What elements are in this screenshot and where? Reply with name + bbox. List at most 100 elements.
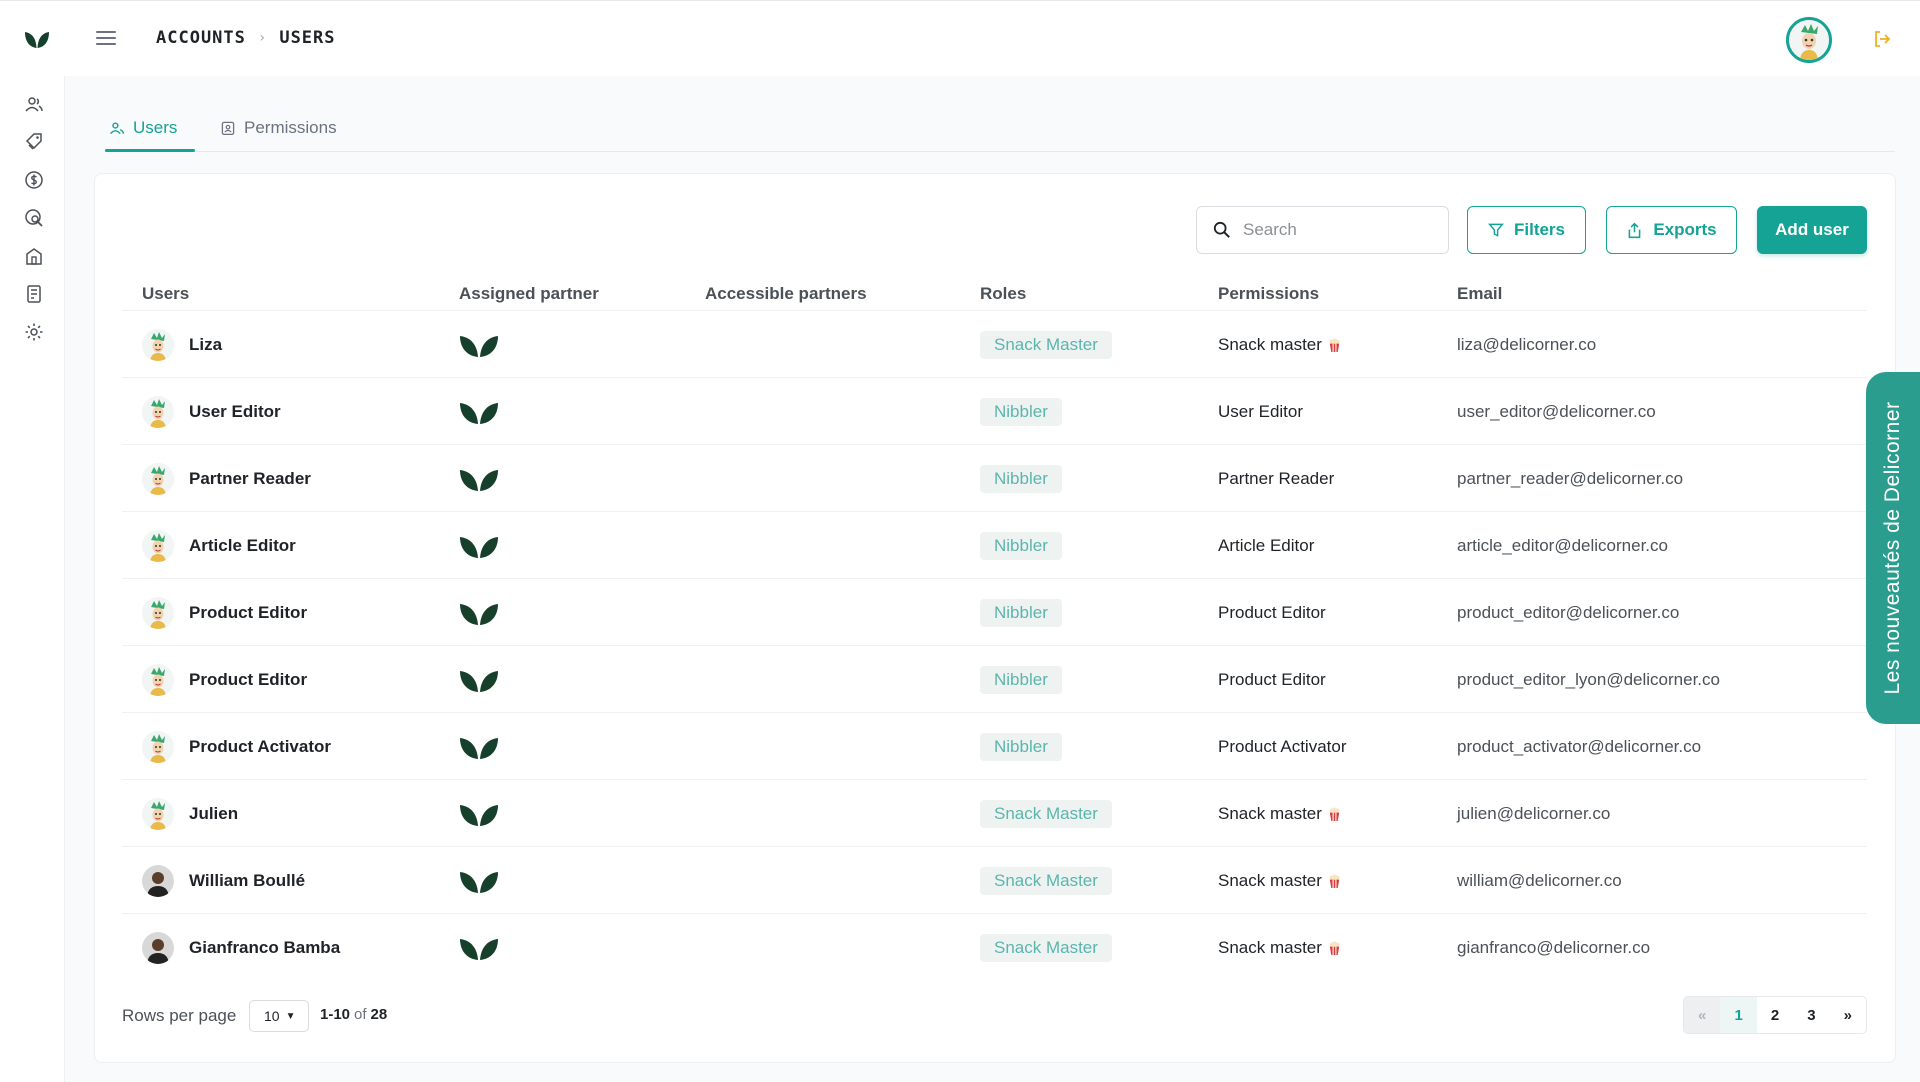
- role-badge: Snack Master: [980, 867, 1112, 895]
- table-row[interactable]: William Boullé Snack Master Snack master wi…: [122, 846, 1867, 913]
- page-range: 1-10 of 28: [320, 1006, 387, 1023]
- permission-cell: Article Editor: [1218, 536, 1314, 556]
- header-users[interactable]: Users: [142, 284, 189, 304]
- previous-page-button[interactable]: «: [1684, 997, 1721, 1033]
- user-name[interactable]: Product Activator: [189, 737, 331, 757]
- role-badge: Snack Master: [980, 934, 1112, 962]
- user-email: gianfranco@delicorner.co: [1457, 938, 1651, 957]
- search-box[interactable]: [1196, 206, 1449, 254]
- add-user-button[interactable]: Add user: [1757, 206, 1867, 254]
- popcorn-icon: [1329, 338, 1340, 352]
- permission-cell: Snack master: [1218, 871, 1341, 891]
- search-input[interactable]: [1243, 220, 1433, 240]
- search-icon: [1213, 221, 1230, 238]
- table-row[interactable]: User Editor Nibbler User Editor user_editor…: [122, 377, 1867, 444]
- avatar-photo-icon: [142, 865, 174, 897]
- next-page-button[interactable]: »: [1830, 997, 1866, 1033]
- tab-permissions[interactable]: Permissions: [220, 118, 337, 138]
- popcorn-icon: [1329, 941, 1340, 955]
- user-avatar[interactable]: [1786, 17, 1832, 63]
- partner-logo-icon: [460, 470, 498, 491]
- user-email: user_editor@delicorner.co: [1457, 402, 1656, 421]
- user-avatar: [142, 664, 174, 696]
- partner-logo-icon: [460, 671, 498, 692]
- permission-name: Partner Reader: [1218, 469, 1335, 488]
- delicorner-logo-icon[interactable]: [24, 29, 50, 49]
- user-name[interactable]: Partner Reader: [189, 469, 311, 489]
- user-avatar: [142, 329, 174, 361]
- user-email: product_editor_lyon@delicorner.co: [1457, 670, 1720, 689]
- breadcrumb: ACCOUNTS › USERS: [156, 28, 336, 48]
- user-name[interactable]: William Boullé: [189, 871, 305, 891]
- header-assigned-partner[interactable]: Assigned partner: [459, 284, 599, 304]
- rows-per-page-label: Rows per page: [122, 1006, 237, 1025]
- users-icon[interactable]: [24, 94, 44, 114]
- popcorn-icon: [1329, 874, 1340, 888]
- permission-name: Snack master: [1218, 938, 1322, 957]
- permission-name: Product Activator: [1218, 737, 1347, 756]
- user-name[interactable]: Product Editor: [189, 670, 307, 690]
- exports-button[interactable]: Exports: [1606, 206, 1737, 254]
- dollar-icon[interactable]: [24, 170, 44, 190]
- table-row[interactable]: Article Editor Nibbler Article Editor artic…: [122, 511, 1867, 578]
- table-row[interactable]: Product Activator Nibbler Product Activato…: [122, 712, 1867, 779]
- avatar-illustration-icon: [142, 396, 174, 428]
- permission-name: Snack master: [1218, 871, 1322, 890]
- breadcrumb-accounts[interactable]: ACCOUNTS: [156, 28, 246, 48]
- user-name[interactable]: Article Editor: [189, 536, 296, 556]
- user-email: partner_reader@delicorner.co: [1457, 469, 1684, 488]
- user-name[interactable]: User Editor: [189, 402, 281, 422]
- tab-users[interactable]: Users: [109, 118, 177, 138]
- global-search-icon[interactable]: [24, 208, 44, 228]
- role-badge: Snack Master: [980, 331, 1112, 359]
- user-name[interactable]: Liza: [189, 335, 222, 355]
- range-value: 1-10: [320, 1006, 351, 1023]
- user-avatar: [142, 396, 174, 428]
- filters-button[interactable]: Filters: [1467, 206, 1586, 254]
- permission-cell: Product Editor: [1218, 670, 1326, 690]
- user-avatar: [142, 865, 174, 897]
- table-row[interactable]: Julien Snack Master Snack master julien@del…: [122, 779, 1867, 846]
- partner-logo-icon: [460, 939, 498, 960]
- permission-name: User Editor: [1218, 402, 1304, 421]
- role-badge: Nibbler: [980, 599, 1062, 627]
- pagination: « 1 2 3 »: [1683, 996, 1867, 1034]
- settings-icon[interactable]: [24, 322, 44, 342]
- page-3-button[interactable]: 3: [1793, 997, 1829, 1033]
- user-avatar: [142, 597, 174, 629]
- assigned-partner-logo: [459, 868, 499, 894]
- permission-name: Article Editor: [1218, 536, 1315, 555]
- menu-icon[interactable]: [96, 31, 116, 47]
- header-email[interactable]: Email: [1457, 284, 1502, 304]
- table-row[interactable]: Product Editor Nibbler Product Editor produ…: [122, 578, 1867, 645]
- table-row[interactable]: Partner Reader Nibbler Partner Reader partn…: [122, 444, 1867, 511]
- users-icon: [110, 122, 125, 135]
- permission-name: Snack master: [1218, 335, 1322, 354]
- table-row[interactable]: Product Editor Nibbler Product Editor produ…: [122, 645, 1867, 712]
- building-icon[interactable]: [24, 246, 44, 266]
- news-side-panel[interactable]: Les nouveautés de Delicorner: [1866, 372, 1920, 724]
- page-1-button[interactable]: 1: [1720, 997, 1757, 1033]
- active-tab-indicator: [105, 149, 195, 152]
- table-row[interactable]: Liza Snack Master Snack master liza@delicor…: [122, 310, 1867, 377]
- page-2-button[interactable]: 2: [1757, 997, 1793, 1033]
- rows-per-page-select[interactable]: 10 ▼: [249, 1000, 309, 1032]
- assigned-partner-logo: [459, 533, 499, 559]
- product-icon[interactable]: [24, 284, 44, 304]
- header-permissions[interactable]: Permissions: [1218, 284, 1319, 304]
- tags-icon[interactable]: [24, 132, 44, 152]
- table-row[interactable]: Gianfranco Bamba Snack Master Snack master…: [122, 913, 1867, 980]
- role-badge: Nibbler: [980, 398, 1062, 426]
- user-name[interactable]: Julien: [189, 804, 238, 824]
- user-name[interactable]: Product Editor: [189, 603, 307, 623]
- range-of: of: [354, 1006, 367, 1023]
- role-badge: Nibbler: [980, 532, 1062, 560]
- top-bar: ACCOUNTS › USERS: [0, 0, 1920, 76]
- header-accessible-partners[interactable]: Accessible partners: [705, 284, 867, 304]
- partner-logo-icon: [460, 872, 498, 893]
- header-roles[interactable]: Roles: [980, 284, 1026, 304]
- user-name[interactable]: Gianfranco Bamba: [189, 938, 340, 958]
- assigned-partner-logo: [459, 399, 499, 425]
- logout-icon[interactable]: [1872, 29, 1892, 49]
- partner-logo-icon: [460, 738, 498, 759]
